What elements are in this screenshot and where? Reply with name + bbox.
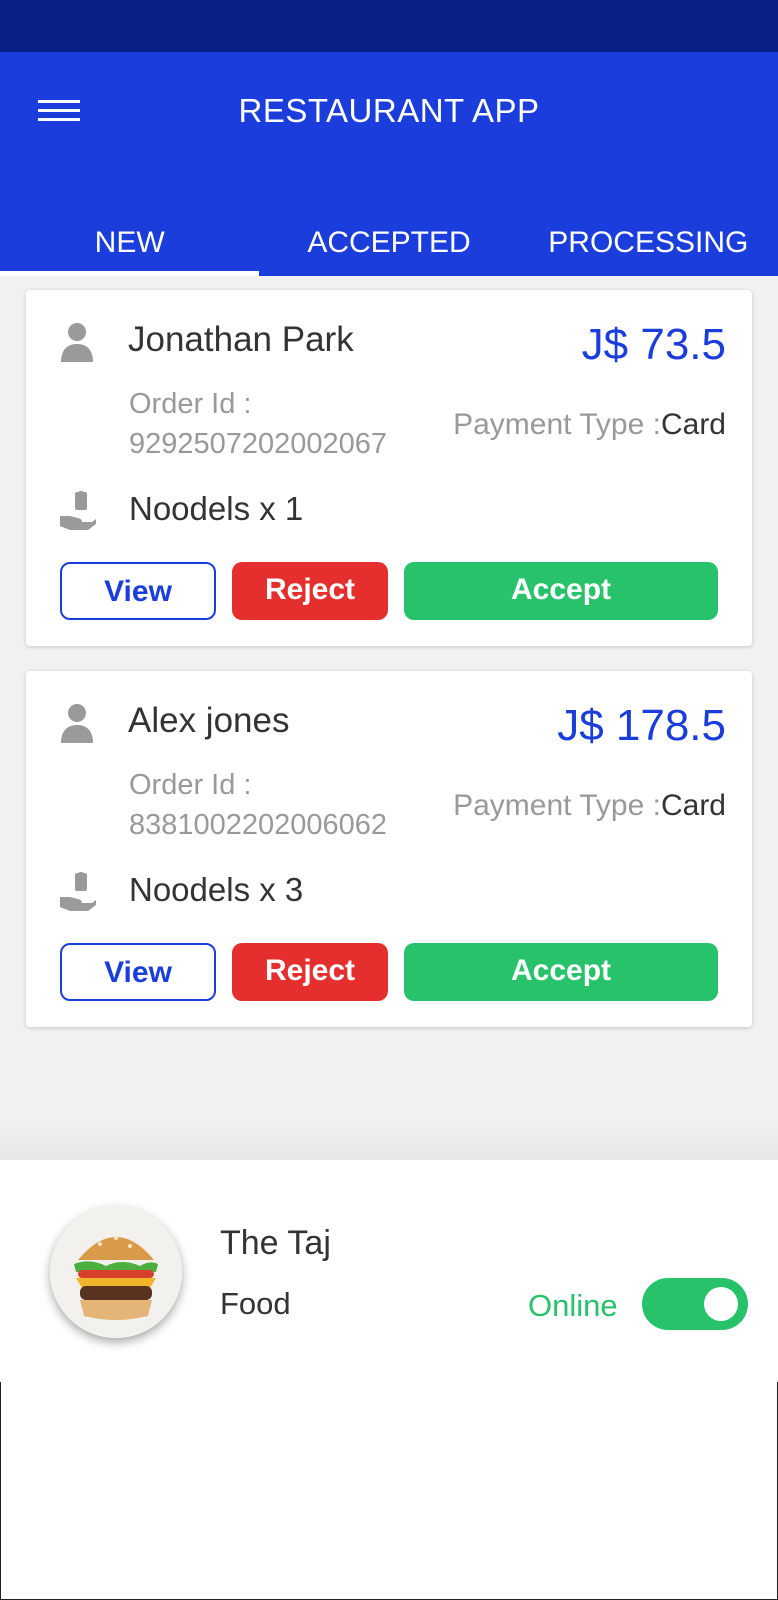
hand-holding-bag-icon [58, 871, 98, 911]
tab-processing[interactable]: PROCESSING [519, 204, 778, 276]
restaurant-name: The Taj [220, 1224, 331, 1262]
order-id-value: 8381002202006062 [129, 809, 388, 841]
app-title: RESTAURANT APP [238, 92, 540, 129]
order-card: Alex jones J$ 178.5 Order Id : 838100220… [26, 671, 752, 1027]
accept-button[interactable]: Accept [404, 562, 718, 620]
hand-holding-bag-icon [58, 490, 98, 530]
status-bar [0, 0, 778, 52]
order-tabs: NEW ACCEPTED PROCESSING [0, 204, 778, 276]
order-item: Noodels x 3 [129, 871, 304, 908]
payment-type-label: Payment Type : [453, 408, 661, 441]
payment-type-label: Payment Type : [453, 789, 661, 822]
accept-button[interactable]: Accept [404, 943, 718, 1001]
order-id-value: 9292507202002067 [129, 428, 388, 460]
order-card: Jonathan Park J$ 73.5 Order Id : 9292507… [26, 290, 752, 646]
online-toggle[interactable] [642, 1278, 748, 1330]
payment-type-value: Card [660, 789, 726, 822]
online-status-label: Online [528, 1288, 618, 1323]
order-id-label: Order Id : [129, 769, 252, 801]
panel-shadow [0, 1120, 778, 1160]
view-button[interactable]: View [60, 562, 216, 620]
order-item: Noodels x 1 [129, 490, 304, 527]
person-icon [60, 703, 94, 743]
customer-name: Alex jones [128, 701, 290, 740]
restaurant-avatar [50, 1206, 182, 1338]
order-total: J$ 178.5 [557, 701, 726, 750]
payment-type-value: Card [660, 408, 726, 441]
customer-name: Jonathan Park [128, 320, 354, 359]
order-id-label: Order Id : [129, 388, 252, 420]
view-button[interactable]: View [60, 943, 216, 1001]
toggle-knob [704, 1287, 738, 1321]
reject-button[interactable]: Reject [232, 562, 388, 620]
reject-button[interactable]: Reject [232, 943, 388, 1001]
person-icon [60, 322, 94, 362]
payment-type: Payment Type :Card [453, 408, 726, 442]
restaurant-type: Food [220, 1286, 291, 1321]
panel-frame [0, 1382, 778, 1600]
tab-accepted[interactable]: ACCEPTED [259, 204, 518, 276]
payment-type: Payment Type :Card [453, 789, 726, 823]
tab-new[interactable]: NEW [0, 204, 260, 276]
restaurant-panel: The Taj Food Online [0, 1160, 778, 1600]
order-total: J$ 73.5 [581, 320, 726, 369]
app-bar: RESTAURANT APP NEW ACCEPTED PROCESSING [0, 52, 778, 276]
